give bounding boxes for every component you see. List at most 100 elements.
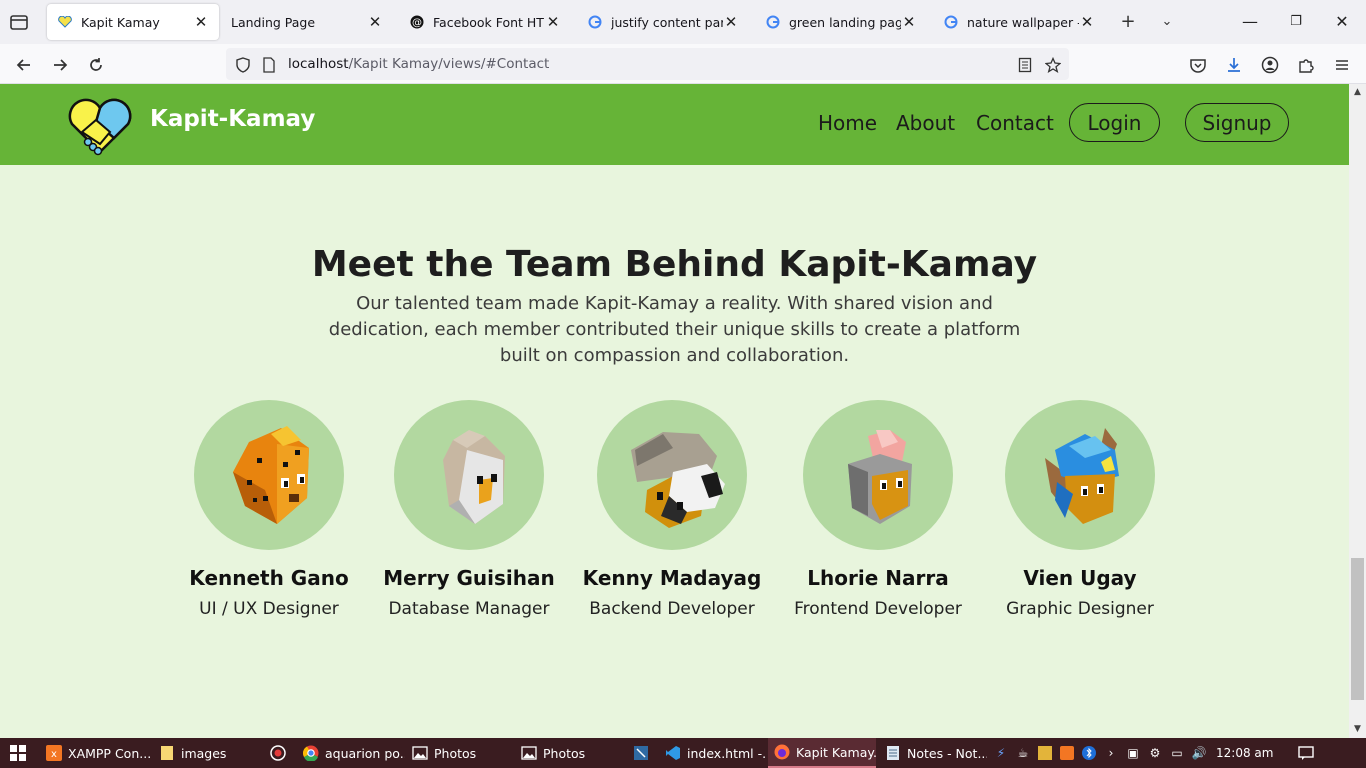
- shield-icon[interactable]: [234, 56, 252, 74]
- reader-view-icon[interactable]: [1016, 56, 1034, 74]
- bluetooth-icon[interactable]: [1081, 745, 1097, 761]
- vscode-icon: [665, 745, 681, 761]
- member-name: Vien Ugay: [1023, 566, 1137, 590]
- tab-title: Landing Page: [231, 14, 316, 30]
- taskbar-item-firefox[interactable]: Kapit Kamay...: [768, 738, 876, 768]
- page-icon[interactable]: [260, 56, 278, 74]
- camera-icon[interactable]: ▣: [1125, 745, 1141, 761]
- back-arrow-icon[interactable]: [12, 53, 36, 77]
- member-name: Kenny Madayag: [582, 566, 762, 590]
- google-favicon-icon: [765, 14, 781, 30]
- close-icon[interactable]: ✕: [1079, 13, 1095, 31]
- close-icon[interactable]: ✕: [723, 13, 739, 31]
- taskbar-item-vscode[interactable]: index.html -...: [659, 738, 765, 768]
- panda-avatar: [597, 400, 747, 550]
- scroll-down-arrow-icon[interactable]: ▼: [1349, 721, 1366, 738]
- member-name: Lhorie Narra: [807, 566, 949, 590]
- member-name: Kenneth Gano: [189, 566, 349, 590]
- windows-start-icon[interactable]: [0, 738, 36, 768]
- browser-tab-green-landing[interactable]: green landing page - G ✕: [755, 4, 927, 40]
- taskbar-item-label: Kapit Kamay...: [796, 744, 876, 760]
- browser-navigation-bar: localhost/Kapit Kamay/views/#Contact: [0, 44, 1366, 84]
- scroll-up-arrow-icon[interactable]: ▲: [1349, 84, 1366, 101]
- signup-button[interactable]: Signup: [1185, 103, 1289, 142]
- folder-icon: [159, 745, 175, 761]
- close-icon[interactable]: ✕: [901, 13, 917, 31]
- xampp-tray-icon[interactable]: [1059, 745, 1075, 761]
- svg-text:x: x: [51, 749, 57, 760]
- tab-title: justify content paragra: [611, 14, 723, 30]
- taskbar-item-app[interactable]: [627, 738, 657, 768]
- close-window-icon[interactable]: ✕: [1320, 8, 1364, 36]
- clock[interactable]: 12:08 am: [1216, 746, 1273, 760]
- url-path: /Kapit Kamay/views/#Contact: [348, 56, 550, 72]
- notifications-icon[interactable]: [1298, 745, 1315, 761]
- account-icon[interactable]: [1258, 53, 1282, 77]
- forward-arrow-icon[interactable]: [48, 53, 72, 77]
- team-member-card: Kenneth Gano UI / UX Designer: [174, 400, 364, 619]
- close-icon[interactable]: ✕: [545, 13, 561, 31]
- nav-link-contact[interactable]: Contact: [976, 111, 1054, 135]
- team-section-title: Meet the Team Behind Kapit-Kamay: [311, 244, 1038, 285]
- login-button[interactable]: Login: [1069, 103, 1160, 142]
- menu-hamburger-icon[interactable]: [1330, 53, 1354, 77]
- taskbar-item-xampp[interactable]: x XAMPP Con...: [40, 738, 150, 768]
- browser-tab-nature-wallpaper[interactable]: nature wallpaper - Goo ✕: [933, 4, 1105, 40]
- tab-overflow-chevron-down-icon[interactable]: ⌄: [1156, 11, 1178, 33]
- settings-gear-icon[interactable]: ⚙: [1147, 745, 1163, 761]
- record-icon: [270, 745, 286, 761]
- cup-icon[interactable]: ☕: [1015, 745, 1031, 761]
- member-role: Database Manager: [388, 599, 550, 619]
- taskbar-item-recorder[interactable]: [264, 738, 294, 768]
- taskbar-item-photos[interactable]: Photos: [406, 738, 514, 768]
- tab-list-icon[interactable]: [8, 11, 32, 33]
- member-role: Frontend Developer: [794, 599, 962, 619]
- xampp-icon: x: [46, 745, 62, 761]
- download-icon[interactable]: [1222, 53, 1246, 77]
- address-bar[interactable]: localhost/Kapit Kamay/views/#Contact: [226, 48, 1069, 80]
- restore-window-icon[interactable]: ❐: [1274, 8, 1318, 36]
- team-member-card: Vien Ugay Graphic Designer: [985, 400, 1175, 619]
- app-tray-icon[interactable]: [1037, 745, 1053, 761]
- taskbar-item-images[interactable]: images: [153, 738, 263, 768]
- close-icon[interactable]: ✕: [367, 13, 383, 31]
- chevron-right-icon[interactable]: ›: [1103, 745, 1119, 761]
- pocket-icon[interactable]: [1186, 53, 1210, 77]
- google-favicon-icon: [587, 14, 603, 30]
- nav-link-home[interactable]: Home: [818, 111, 877, 135]
- member-role: UI / UX Designer: [199, 599, 339, 619]
- member-role: Graphic Designer: [1006, 599, 1154, 619]
- tab-title: nature wallpaper - Goo: [967, 14, 1079, 30]
- blue-creature-avatar: [1005, 400, 1155, 550]
- taskbar-item-photos-2[interactable]: Photos: [515, 738, 625, 768]
- browser-tab-justify-content[interactable]: justify content paragra ✕: [577, 4, 749, 40]
- notepad-icon: [885, 745, 901, 761]
- volume-icon[interactable]: 🔊: [1191, 745, 1207, 761]
- brand-name[interactable]: Kapit-Kamay: [150, 106, 315, 132]
- nav-link-about[interactable]: About: [896, 111, 955, 135]
- browser-tab-facebook-font[interactable]: @ Facebook Font HTML ✕: [399, 4, 571, 40]
- taskbar-item-label: Notes - Not...: [907, 745, 987, 761]
- chrome-icon: [303, 745, 319, 761]
- url-text[interactable]: localhost/Kapit Kamay/views/#Contact: [288, 56, 549, 72]
- lightning-icon[interactable]: ⚡: [993, 745, 1009, 761]
- page-scrollbar[interactable]: ▲ ▼: [1349, 84, 1366, 738]
- taskbar-item-chrome[interactable]: aquarion po...: [297, 738, 405, 768]
- team-section-subtitle: Our talented team made Kapit-Kamay a rea…: [328, 293, 1021, 366]
- bookmark-star-icon[interactable]: [1044, 56, 1062, 74]
- bird-avatar: [394, 400, 544, 550]
- extensions-puzzle-icon[interactable]: [1294, 53, 1318, 77]
- network-icon[interactable]: ▭: [1169, 745, 1185, 761]
- browser-tab-strip: Kapit Kamay ✕ Landing Page ✕ @ Facebook …: [0, 0, 1366, 44]
- browser-tab-kapit-kamay[interactable]: Kapit Kamay ✕: [47, 4, 219, 40]
- browser-tab-landing-page[interactable]: Landing Page ✕: [221, 4, 393, 40]
- handshake-heart-logo[interactable]: [66, 98, 134, 156]
- taskbar-item-notes[interactable]: Notes - Not...: [879, 738, 987, 768]
- firefox-icon: [774, 744, 790, 760]
- scroll-thumb[interactable]: [1351, 558, 1364, 700]
- team-member-card: Kenny Madayag Backend Developer: [577, 400, 767, 619]
- close-icon[interactable]: ✕: [193, 13, 209, 31]
- reload-icon[interactable]: [84, 53, 108, 77]
- minimize-window-icon[interactable]: —: [1228, 8, 1272, 36]
- new-tab-plus-icon[interactable]: +: [1117, 11, 1139, 33]
